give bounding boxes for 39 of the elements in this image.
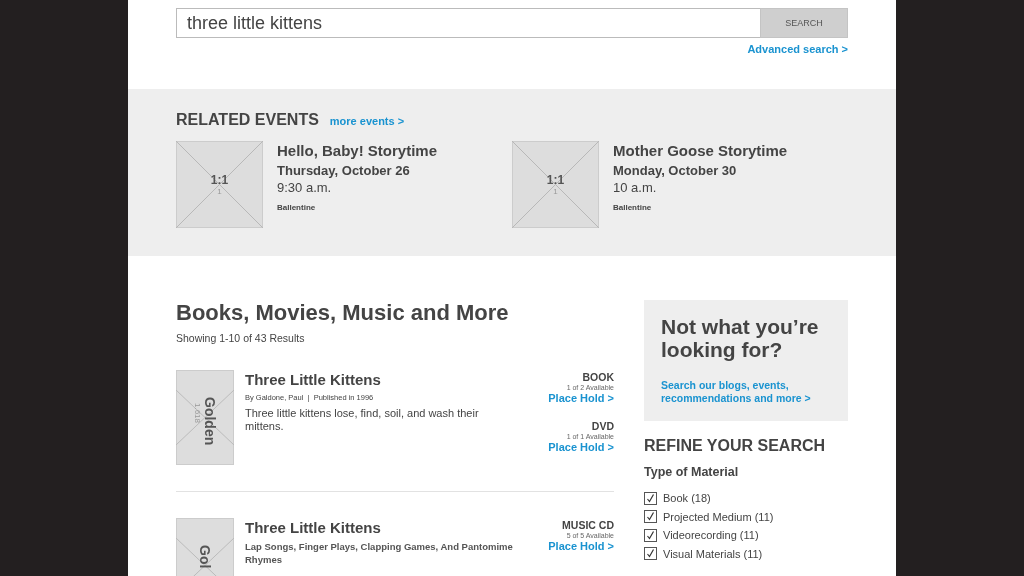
result-count: Showing 1-10 of 43 Results — [176, 332, 306, 344]
checkbox[interactable] — [644, 491, 657, 505]
search-field[interactable]: three little kittens — [176, 8, 760, 38]
event-date: Thursday, October 26 — [277, 163, 411, 178]
checkbox[interactable] — [644, 510, 657, 524]
event-time: 10 a.m. — [613, 180, 658, 195]
format-label: BOOK — [582, 371, 614, 383]
facet-option[interactable]: Book (18) — [663, 492, 711, 505]
facet-option[interactable]: Videorecording (11) — [663, 529, 759, 542]
result-description: Three little kittens lose, find, soil, and wash their mittens. — [245, 407, 480, 433]
promo-title: Not what you’re looking for? — [661, 315, 820, 361]
section-title: Books, Movies, Music and More — [176, 300, 510, 326]
cover-sublabel: 1.618 — [192, 402, 202, 426]
event-time: 9:30 a.m. — [277, 180, 333, 195]
format-label: DVD — [591, 420, 614, 432]
cover-label: Golden — [202, 397, 218, 448]
search-button[interactable]: SEARCH — [760, 8, 848, 38]
result-title[interactable]: Three Little Kittens — [245, 371, 538, 388]
facet-option[interactable]: Visual Materials (11) — [663, 547, 763, 560]
event-date: Monday, October 30 — [613, 163, 738, 178]
event-location: Ballentine — [277, 203, 317, 212]
result-title[interactable]: Three Little Kittens — [245, 519, 538, 536]
ratio-sublabel: 1 — [217, 186, 222, 196]
checkbox[interactable] — [644, 547, 657, 561]
event-location: Ballentine — [613, 203, 653, 212]
checkbox[interactable] — [644, 528, 657, 542]
ratio-label: 1:1 — [210, 173, 229, 187]
format-label: MUSIC CD — [562, 519, 614, 531]
advanced-search-link[interactable]: Advanced search > — [747, 43, 848, 57]
cover-label: Gol — [197, 545, 213, 571]
facet-option[interactable]: Projected Medium (11) — [663, 510, 774, 523]
result-subtitle: Lap Songs, Finger Plays, Clapping Games, And Pantomime Rhymes — [245, 540, 514, 566]
event-title[interactable]: Hello, Baby! Storytime — [277, 142, 438, 159]
ratio-label: 1:1 — [546, 173, 565, 187]
event-title[interactable]: Mother Goose Storytime — [613, 142, 788, 159]
refine-heading: REFINE YOUR SEARCH — [644, 437, 827, 455]
section-title: RELATED EVENTS — [176, 111, 319, 129]
ratio-sublabel: 1 — [553, 186, 558, 196]
facet-title: Type of Material — [644, 465, 740, 479]
